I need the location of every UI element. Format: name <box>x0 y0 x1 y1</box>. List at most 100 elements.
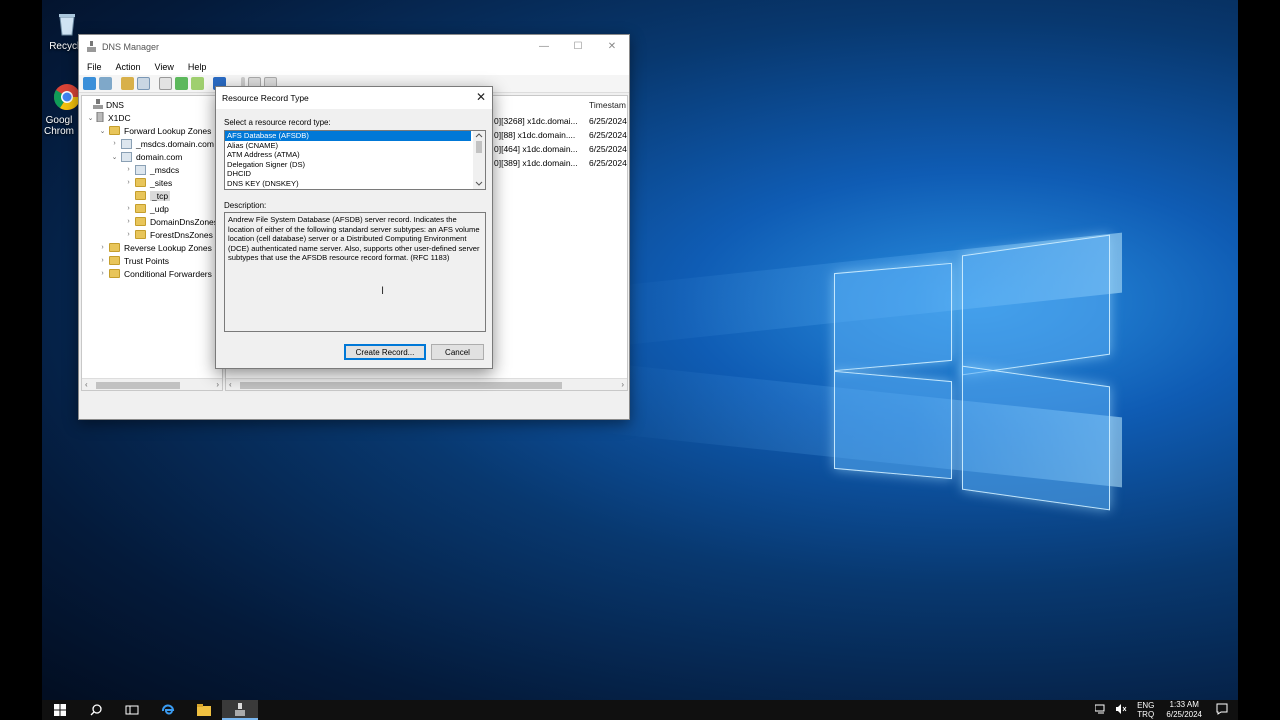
column-header-timestamp[interactable]: Timestam <box>589 100 626 110</box>
chevron-right-icon[interactable]: › <box>124 231 133 238</box>
list-cell-timestamp[interactable]: 6/25/2024 <box>589 130 627 140</box>
clock[interactable]: 1:33 AM 6/25/2024 <box>1166 700 1202 720</box>
start-button[interactable] <box>42 700 78 720</box>
menu-help[interactable]: Help <box>188 62 207 72</box>
network-icon[interactable] <box>1094 704 1107 716</box>
tree-label: Conditional Forwarders <box>124 268 212 279</box>
taskbar-file-explorer[interactable] <box>186 700 222 720</box>
menu-view[interactable]: View <box>155 62 174 72</box>
record-type-option[interactable]: DHCID <box>225 169 485 179</box>
scroll-right-icon[interactable]: › <box>216 380 219 389</box>
record-type-option[interactable]: Delegation Signer (DS) <box>225 160 485 170</box>
dns-node-icon <box>93 98 103 111</box>
task-view-button[interactable] <box>114 700 150 720</box>
minimize-button[interactable]: — <box>527 35 561 57</box>
dns-title-bar[interactable]: DNS Manager — ☐ ✕ <box>79 35 629 59</box>
close-button[interactable]: ✕ <box>595 35 629 57</box>
dialog-title-bar[interactable]: Resource Record Type ✕ <box>216 87 492 109</box>
taskbar-edge[interactable] <box>150 700 186 720</box>
cancel-button[interactable]: Cancel <box>431 344 484 360</box>
tree-item-trust-points[interactable]: › Trust Points <box>98 254 169 267</box>
edge-icon <box>162 704 175 715</box>
refresh-icon[interactable] <box>175 77 188 90</box>
scroll-thumb[interactable] <box>240 382 562 389</box>
folder-icon <box>197 704 211 716</box>
list-cell-data[interactable]: 0][3268] x1dc.domai... <box>494 116 578 126</box>
tree-label: _tcp <box>150 190 171 201</box>
record-type-option[interactable]: ATM Address (ATMA) <box>225 150 485 160</box>
tree-item-domaindnszones[interactable]: › DomainDnsZones <box>124 215 218 228</box>
chevron-right-icon[interactable]: › <box>124 218 133 225</box>
dns-manager-icon <box>235 702 245 716</box>
tree-item-forestdnszones[interactable]: › ForestDnsZones <box>124 228 213 241</box>
properties-icon[interactable] <box>159 77 172 90</box>
scroll-left-icon[interactable]: ‹ <box>85 380 88 389</box>
menu-file[interactable]: File <box>87 62 102 72</box>
tree-item-domain-com[interactable]: ⌄ domain.com <box>110 150 182 163</box>
dialog-close-button[interactable]: ✕ <box>476 90 486 104</box>
chevron-down-icon[interactable]: ⌄ <box>86 114 95 122</box>
list-cell-data[interactable]: 0][389] x1dc.domain... <box>494 158 578 168</box>
back-arrow-icon[interactable] <box>83 77 96 90</box>
chevron-down-icon[interactable]: ⌄ <box>110 153 119 161</box>
menu-action[interactable]: Action <box>116 62 141 72</box>
record-type-option[interactable]: DNS KEY (DNSKEY) <box>225 179 485 189</box>
list-cell-data[interactable]: 0][88] x1dc.domain.... <box>494 130 575 140</box>
scroll-left-icon[interactable]: ‹ <box>229 380 232 389</box>
listbox-scrollbar[interactable] <box>473 131 485 189</box>
show-tree-icon[interactable] <box>137 77 150 90</box>
tree-item-sites[interactable]: › _sites <box>124 176 172 189</box>
maximize-button[interactable]: ☐ <box>561 35 595 57</box>
server-node-icon <box>95 111 105 124</box>
folder-icon <box>109 126 120 135</box>
taskbar-dns-manager[interactable] <box>222 700 258 720</box>
chevron-right-icon[interactable]: › <box>110 140 119 147</box>
tree-horizontal-scrollbar[interactable]: ‹ › <box>82 378 222 390</box>
tree-item-dns[interactable]: DNS <box>84 98 124 111</box>
zone-icon <box>121 151 132 162</box>
tree-item-udp[interactable]: › _udp <box>124 202 169 215</box>
folder-icon <box>135 204 146 213</box>
record-type-option[interactable]: Alias (CNAME) <box>225 141 485 151</box>
search-button[interactable] <box>78 700 114 720</box>
clock-time: 1:33 AM <box>1169 700 1199 709</box>
record-type-listbox[interactable]: AFS Database (AFSDB) Alias (CNAME) ATM A… <box>224 130 486 190</box>
tree-item-reverse-lookup-zones[interactable]: › Reverse Lookup Zones <box>98 241 212 254</box>
folder-icon <box>135 230 146 239</box>
language-indicator[interactable]: ENG TRQ <box>1137 701 1154 719</box>
tree-item-msdcs-domain[interactable]: › _msdcs.domain.com <box>110 137 214 150</box>
chevron-down-icon[interactable]: ⌄ <box>98 127 107 135</box>
create-record-button[interactable]: Create Record... <box>344 344 426 360</box>
folder-icon <box>135 178 146 187</box>
tree-item-forward-lookup-zones[interactable]: ⌄ Forward Lookup Zones <box>98 124 212 137</box>
record-type-option[interactable]: AFS Database (AFSDB) <box>225 131 471 141</box>
list-cell-timestamp[interactable]: 6/25/2024 <box>589 158 627 168</box>
console-tree[interactable]: DNS ⌄ X1DC ⌄ Forward Lookup Zones › _msd… <box>81 95 223 391</box>
tree-label: ForestDnsZones <box>150 229 213 240</box>
chevron-right-icon[interactable]: › <box>124 205 133 212</box>
tree-item-msdcs[interactable]: › _msdcs <box>124 163 179 176</box>
list-horizontal-scrollbar[interactable]: ‹ › <box>226 378 627 390</box>
up-folder-icon[interactable] <box>121 77 134 90</box>
tree-label: _msdcs <box>150 164 180 175</box>
volume-icon[interactable] <box>1115 704 1127 716</box>
forward-arrow-icon[interactable] <box>99 77 112 90</box>
folder-icon <box>109 243 120 252</box>
description-textbox[interactable]: Andrew File System Database (AFSDB) serv… <box>224 212 486 332</box>
list-cell-timestamp[interactable]: 6/25/2024 <box>589 116 627 126</box>
chevron-right-icon[interactable]: › <box>124 179 133 186</box>
export-icon[interactable] <box>191 77 204 90</box>
list-cell-data[interactable]: 0][464] x1dc.domain... <box>494 144 578 154</box>
notifications-icon[interactable] <box>1216 703 1228 717</box>
chevron-right-icon[interactable]: › <box>98 257 107 264</box>
chevron-right-icon[interactable]: › <box>98 244 107 251</box>
scroll-right-icon[interactable]: › <box>621 380 624 389</box>
chevron-right-icon[interactable]: › <box>98 270 107 277</box>
tree-item-conditional-forwarders[interactable]: › Conditional Forwarders <box>98 267 212 280</box>
chevron-right-icon[interactable]: › <box>124 166 133 173</box>
list-cell-timestamp[interactable]: 6/25/2024 <box>589 144 627 154</box>
tree-item-x1dc[interactable]: ⌄ X1DC <box>86 111 131 124</box>
scroll-thumb[interactable] <box>96 382 180 389</box>
tree-item-tcp[interactable]: _tcp <box>124 189 171 202</box>
folder-icon <box>135 191 146 200</box>
